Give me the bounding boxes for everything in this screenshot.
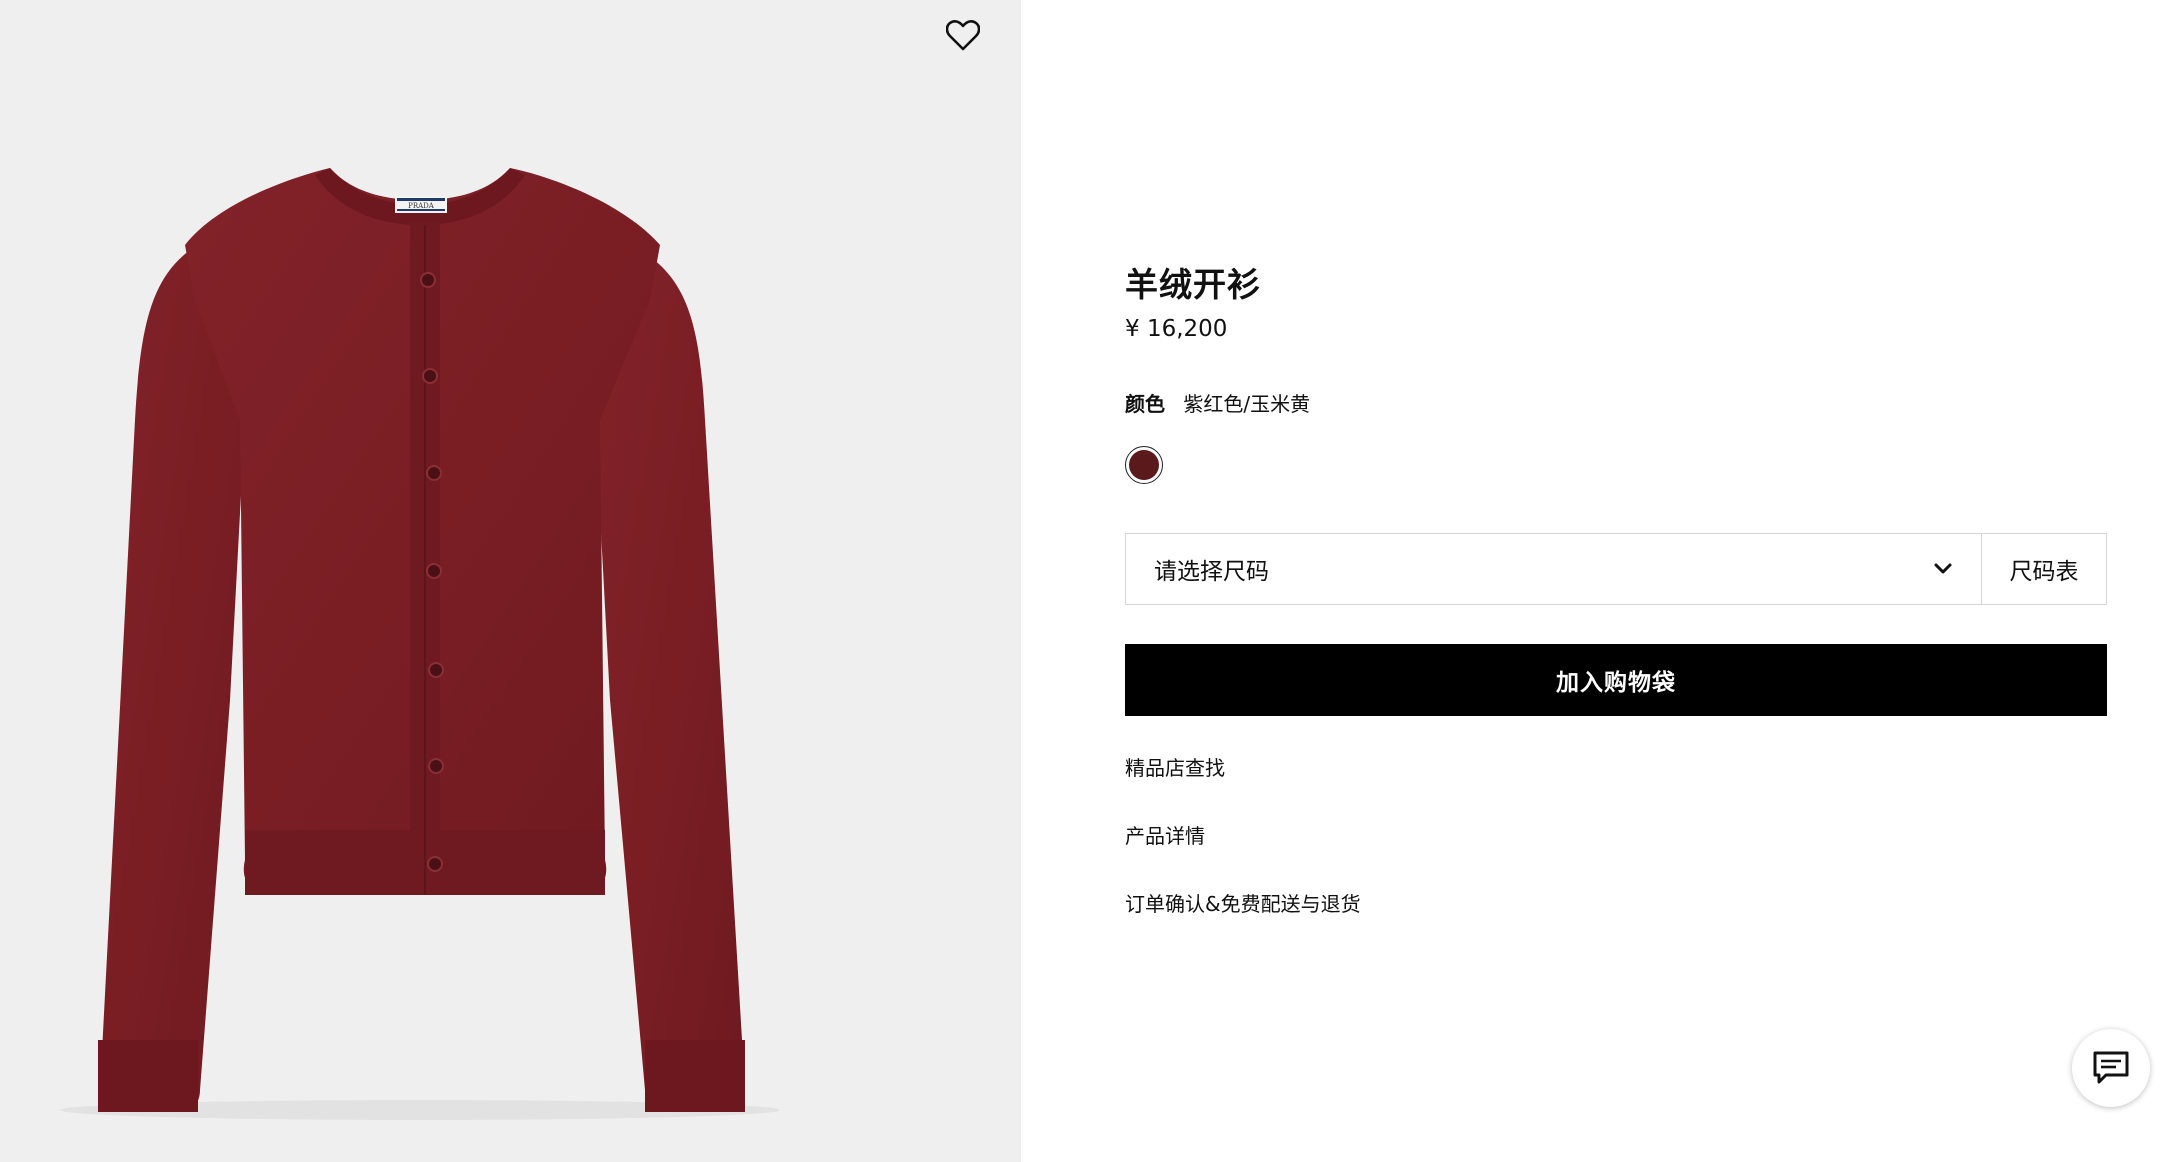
size-dropdown[interactable]: 请选择尺码 [1126, 534, 1982, 604]
svg-text:PRADA: PRADA [408, 202, 435, 210]
add-to-bag-button[interactable]: 加入购物袋 [1125, 644, 2107, 716]
color-row: 颜色 紫红色/玉米黄 [1125, 388, 1310, 417]
product-image: PRADA [60, 168, 780, 1120]
product-page: PRADA 羊绒开衫 ¥ 16,200 颜色 紫红色/玉米黄 请选择尺码 尺码表… [0, 0, 2160, 1162]
size-guide-button[interactable]: 尺码表 [1982, 534, 2106, 604]
color-swatch-fill [1129, 450, 1159, 480]
size-dropdown-placeholder: 请选择尺码 [1154, 559, 1269, 585]
product-info-panel: 羊绒开衫 ¥ 16,200 颜色 紫红色/玉米黄 请选择尺码 尺码表 加入购物袋… [1021, 0, 2160, 1162]
color-label: 颜色 [1125, 392, 1165, 416]
shipping-returns-link[interactable]: 订单确认&免费配送与退货 [1125, 888, 1361, 917]
wishlist-button[interactable] [943, 16, 983, 56]
store-locator-link[interactable]: 精品店查找 [1125, 752, 1225, 781]
color-swatch[interactable] [1125, 446, 1163, 484]
chat-button[interactable] [2072, 1029, 2150, 1107]
product-image-panel: PRADA [0, 0, 1021, 1162]
chat-icon [2093, 1051, 2129, 1084]
size-selector-row: 请选择尺码 尺码表 [1125, 533, 2107, 605]
product-title: 羊绒开衫 [1125, 265, 1261, 304]
heart-icon [946, 20, 980, 51]
chevron-down-icon [1934, 563, 1952, 574]
product-price: ¥ 16,200 [1125, 316, 1228, 342]
color-value: 紫红色/玉米黄 [1183, 392, 1311, 416]
product-details-link[interactable]: 产品详情 [1125, 820, 1205, 849]
